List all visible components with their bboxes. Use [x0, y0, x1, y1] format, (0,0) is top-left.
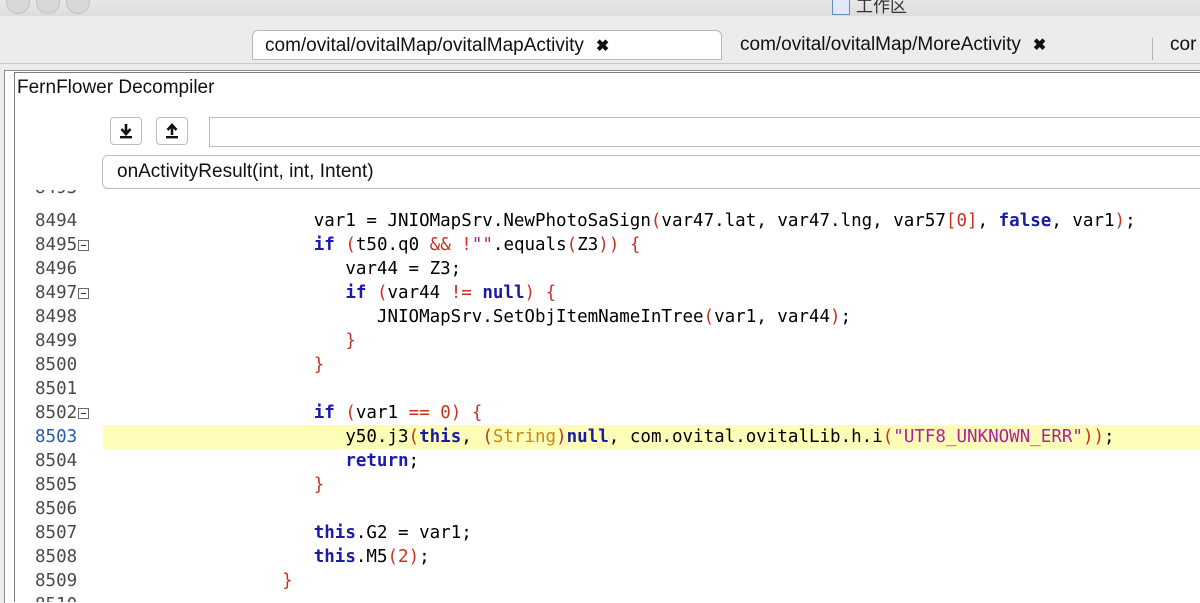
line-number: 8493	[35, 190, 105, 200]
line-number: 8505	[35, 475, 78, 495]
search-input[interactable]	[209, 117, 1200, 147]
code-text: this.G2 = var1;	[313, 523, 472, 543]
code-text: return;	[345, 451, 420, 471]
code-text: var44 = Z3;	[103, 259, 462, 279]
code-line: 8499 }	[15, 329, 1200, 353]
line-number: 8510	[35, 593, 105, 602]
code-text: var1 = JNIOMapSrv.NewPhotoSaSign(var47.l…	[103, 211, 1136, 231]
upload-button[interactable]	[156, 117, 188, 145]
upload-icon	[166, 123, 178, 139]
workspace-icon	[832, 0, 850, 15]
close-window-button[interactable]	[6, 0, 30, 14]
zoom-window-button[interactable]	[66, 0, 90, 14]
tab-label: com/ovital/ovitalMap/MoreActivity	[740, 34, 1021, 55]
code-text: }	[282, 571, 293, 591]
line-number: 8506	[35, 499, 78, 519]
code-line: 8506	[15, 497, 1200, 521]
line-number: 8499	[35, 331, 78, 351]
code-line: 8493	[15, 190, 1200, 200]
code-line: 8496 var44 = Z3;	[15, 257, 1200, 281]
code-text: y50.j3(this, (String)null, com.ovital.ov…	[103, 425, 1200, 449]
line-number: 8496	[35, 259, 78, 279]
code-text: if (var44 != null) {	[345, 283, 557, 303]
download-button[interactable]	[110, 117, 142, 145]
editor-tab-bar: com/ovital/ovitalMap/ovitalMapActivity ✖ …	[0, 16, 1200, 64]
tab-truncated[interactable]: cor	[1158, 30, 1200, 60]
code-text: }	[313, 475, 325, 495]
fold-toggle-icon[interactable]	[78, 240, 90, 251]
line-number: 8501	[35, 379, 78, 399]
line-number: 8509	[35, 571, 78, 591]
line-number: 8498	[35, 307, 78, 327]
window-title: 工作区	[832, 0, 907, 16]
line-number: 8508	[35, 547, 78, 567]
tab-ovitalmapactivity[interactable]: com/ovital/ovitalMap/ovitalMapActivity ✖	[252, 30, 722, 60]
code-editor[interactable]: 8493 8494 var1 = JNIOMapSrv.NewPhotoSaSi…	[14, 190, 1200, 602]
code-line: 8502 if (var1 == 0) {	[15, 401, 1200, 425]
line-number: 8497	[35, 281, 105, 305]
window-titlebar: 工作区	[0, 0, 1200, 16]
line-number: 8502	[35, 401, 105, 425]
code-line: 8505 }	[15, 473, 1200, 497]
fold-toggle-icon[interactable]	[78, 408, 90, 419]
code-text: }	[313, 355, 325, 375]
code-line-highlighted: 8503 y50.j3(this, (String)null, com.ovit…	[15, 425, 1200, 449]
code-line: 8504 return;	[15, 449, 1200, 473]
code-line: 8498 JNIOMapSrv.SetObjItemNameInTree(var…	[15, 305, 1200, 329]
panel-title: FernFlower Decompiler	[14, 72, 1200, 106]
line-number: 8494	[35, 211, 78, 231]
code-line: 8510	[15, 593, 1200, 602]
code-line: 8497 if (var44 != null) {	[15, 281, 1200, 305]
code-line: 8507 this.G2 = var1;	[15, 521, 1200, 545]
code-text: }	[345, 331, 356, 351]
close-icon[interactable]: ✖	[596, 38, 609, 55]
tab-label: cor	[1170, 34, 1197, 55]
tab-label: com/ovital/ovitalMap/ovitalMapActivity	[265, 35, 584, 56]
line-number: 8503	[35, 427, 78, 447]
tab-moreactivity[interactable]: com/ovital/ovitalMap/MoreActivity ✖	[728, 30, 1148, 60]
line-number: 8500	[35, 355, 78, 375]
close-icon[interactable]: ✖	[1033, 37, 1046, 54]
code-text: if (t50.q0 && !"".equals(Z3)) {	[313, 235, 641, 255]
fold-toggle-icon[interactable]	[78, 288, 90, 299]
line-number: 8495	[35, 233, 105, 257]
code-line: 8509 }	[15, 569, 1200, 593]
code-line: 8508 this.M5(2);	[15, 545, 1200, 569]
method-selector[interactable]: onActivityResult(int, int, Intent)	[102, 155, 1200, 189]
code-text: if (var1 == 0) {	[313, 403, 483, 423]
code-text: JNIOMapSrv.SetObjItemNameInTree(var1, va…	[103, 307, 852, 327]
code-text: this.M5(2);	[313, 547, 430, 567]
code-line: 8495 if (t50.q0 && !"".equals(Z3)) {	[15, 233, 1200, 257]
minimize-window-button[interactable]	[36, 0, 60, 14]
line-number: 8504	[35, 451, 78, 471]
tab-divider	[1152, 38, 1153, 60]
code-line: 8501	[15, 377, 1200, 401]
line-number: 8507	[35, 523, 78, 543]
download-icon	[120, 124, 132, 139]
code-line: 8500 }	[15, 353, 1200, 377]
code-line: 8494 var1 = JNIOMapSrv.NewPhotoSaSign(va…	[15, 209, 1200, 233]
